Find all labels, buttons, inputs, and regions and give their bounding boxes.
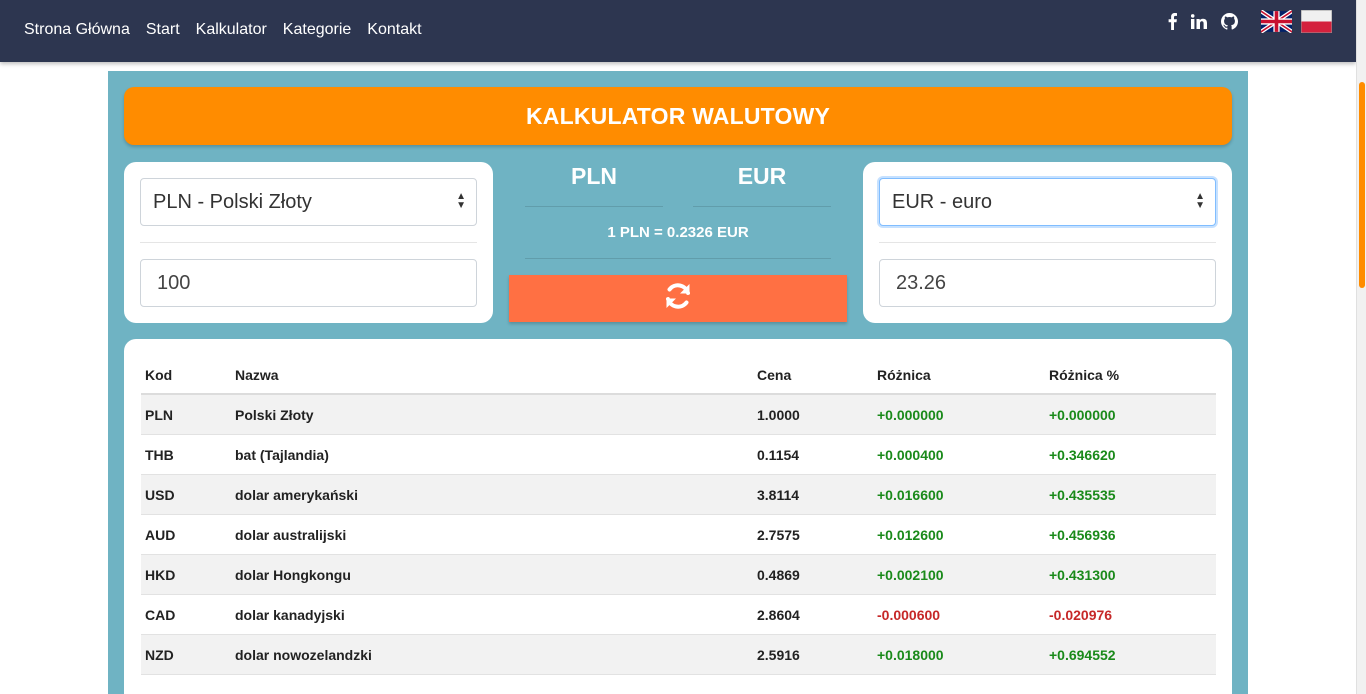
cell-diff: -0.000600 bbox=[877, 607, 941, 623]
page-title-bar: KALKULATOR WALUTOWY bbox=[124, 87, 1232, 145]
cell-code: THB bbox=[145, 447, 174, 463]
from-currency-select[interactable]: PLN - Polski Złoty ▲ ▼ bbox=[140, 178, 477, 226]
facebook-icon[interactable] bbox=[1168, 13, 1177, 30]
header-diff[interactable]: Różnica bbox=[877, 355, 931, 395]
header-price[interactable]: Cena bbox=[757, 355, 791, 395]
rates-table: Kod Nazwa Cena Różnica Różnica % PLN Pols… bbox=[141, 355, 1216, 675]
rates-table-card: Kod Nazwa Cena Różnica Różnica % PLN Pols… bbox=[124, 339, 1232, 694]
cell-name: Polski Złoty bbox=[235, 407, 314, 423]
converter-panel: KALKULATOR WALUTOWY PLN - Polski Złoty ▲… bbox=[108, 71, 1248, 694]
cell-name: dolar australijski bbox=[235, 527, 347, 543]
from-amount-input[interactable]: 100 bbox=[140, 259, 477, 307]
nav-link-start[interactable]: Start bbox=[146, 21, 180, 39]
cell-code: PLN bbox=[145, 407, 173, 423]
cell-price: 2.8604 bbox=[757, 607, 800, 623]
table-row: THB bat (Tajlandia) 0.1154 +0.000400 +0.3466… bbox=[141, 435, 1216, 475]
nav-links: Strona Główna Start Kalkulator Kategorie… bbox=[24, 0, 438, 60]
cell-diff-percent: +0.435535 bbox=[1049, 487, 1116, 503]
cell-name: dolar amerykański bbox=[235, 487, 358, 503]
table-row: NZD dolar nowozelandzki 2.5916 +0.018000 +0.… bbox=[141, 635, 1216, 675]
nav-link-contact[interactable]: Kontakt bbox=[367, 21, 421, 39]
cell-diff-percent: +0.000000 bbox=[1049, 407, 1116, 423]
cell-diff-percent: +0.431300 bbox=[1049, 567, 1116, 583]
nav-link-home[interactable]: Strona Główna bbox=[24, 21, 130, 39]
cell-diff: +0.018000 bbox=[877, 647, 944, 663]
poland-flag-icon[interactable] bbox=[1300, 9, 1333, 34]
nav-link-calculator[interactable]: Kalkulator bbox=[196, 21, 267, 39]
table-header-row: Kod Nazwa Cena Różnica Różnica % bbox=[141, 355, 1216, 395]
table-row: PLN Polski Złoty 1.0000 +0.000000 +0.000000 bbox=[141, 395, 1216, 435]
scrollbar-thumb[interactable] bbox=[1359, 82, 1365, 288]
from-currency-value: PLN - Polski Złoty bbox=[153, 191, 312, 213]
divider bbox=[879, 242, 1216, 243]
cell-price: 0.4869 bbox=[757, 567, 800, 583]
from-code-label: PLN bbox=[571, 163, 617, 189]
exchange-rate-text: 1 PLN = 0.2326 EUR bbox=[607, 224, 749, 241]
to-currency-value: EUR - euro bbox=[892, 191, 993, 213]
header-name[interactable]: Nazwa bbox=[235, 355, 279, 395]
to-currency-card: EUR - euro ▲ ▼ 23.26 bbox=[863, 162, 1232, 323]
cell-diff: +0.002100 bbox=[877, 567, 944, 583]
cell-diff: +0.012600 bbox=[877, 527, 944, 543]
page-scrollbar[interactable] bbox=[1356, 0, 1366, 694]
cell-diff: +0.000000 bbox=[877, 407, 944, 423]
cell-name: dolar Hongkongu bbox=[235, 567, 351, 583]
cell-diff-percent: +0.346620 bbox=[1049, 447, 1116, 463]
header-code[interactable]: Kod bbox=[145, 355, 172, 395]
cell-code: HKD bbox=[145, 567, 176, 583]
table-row: CAD dolar kanadyjski 2.8604 -0.000600 -0.020… bbox=[141, 595, 1216, 635]
header-diff-percent[interactable]: Różnica % bbox=[1049, 355, 1119, 395]
cell-code: USD bbox=[145, 487, 175, 503]
select-arrows-icon: ▲ ▼ bbox=[456, 191, 466, 211]
divider bbox=[140, 242, 477, 243]
divider bbox=[693, 206, 831, 207]
cell-diff: +0.000400 bbox=[877, 447, 944, 463]
cell-name: dolar nowozelandzki bbox=[235, 647, 372, 663]
github-icon[interactable] bbox=[1221, 13, 1238, 30]
cell-price: 1.0000 bbox=[757, 407, 800, 423]
cell-code: CAD bbox=[145, 607, 176, 623]
linkedin-icon[interactable] bbox=[1191, 14, 1207, 29]
divider bbox=[525, 258, 831, 259]
nav-icons bbox=[1168, 9, 1333, 34]
cell-price: 2.7575 bbox=[757, 527, 800, 543]
to-currency-select[interactable]: EUR - euro ▲ ▼ bbox=[879, 178, 1216, 226]
cell-name: bat (Tajlandia) bbox=[235, 447, 329, 463]
cell-price: 0.1154 bbox=[757, 447, 800, 463]
cell-diff-percent: -0.020976 bbox=[1049, 607, 1113, 623]
page-title: KALKULATOR WALUTOWY bbox=[525, 102, 831, 129]
table-row: HKD dolar Hongkongu 0.4869 +0.002100 +0.4313… bbox=[141, 555, 1216, 595]
to-amount-input[interactable]: 23.26 bbox=[879, 259, 1216, 307]
refresh-icon bbox=[662, 280, 694, 317]
table-row: AUD dolar australijski 2.7575 +0.012600 +0.4… bbox=[141, 515, 1216, 555]
cell-diff-percent: +0.456936 bbox=[1049, 527, 1116, 543]
uk-flag-icon[interactable] bbox=[1259, 9, 1294, 34]
cell-price: 3.8114 bbox=[757, 487, 800, 503]
swap-currencies-button[interactable] bbox=[509, 275, 847, 322]
top-navbar: Strona Główna Start Kalkulator Kategorie… bbox=[0, 0, 1356, 62]
cell-diff: +0.016600 bbox=[877, 487, 944, 503]
cell-code: NZD bbox=[145, 647, 174, 663]
nav-link-categories[interactable]: Kategorie bbox=[283, 21, 352, 39]
from-currency-card: PLN - Polski Złoty ▲ ▼ 100 bbox=[124, 162, 493, 323]
cell-name: dolar kanadyjski bbox=[235, 607, 345, 623]
divider bbox=[525, 206, 663, 207]
cell-price: 2.5916 bbox=[757, 647, 800, 663]
select-arrows-icon: ▲ ▼ bbox=[1195, 191, 1205, 211]
cell-code: AUD bbox=[145, 527, 176, 543]
to-code-label: EUR bbox=[737, 163, 787, 189]
cell-diff-percent: +0.694552 bbox=[1049, 647, 1116, 663]
table-row: USD dolar amerykański 3.8114 +0.016600 +0.43… bbox=[141, 475, 1216, 515]
